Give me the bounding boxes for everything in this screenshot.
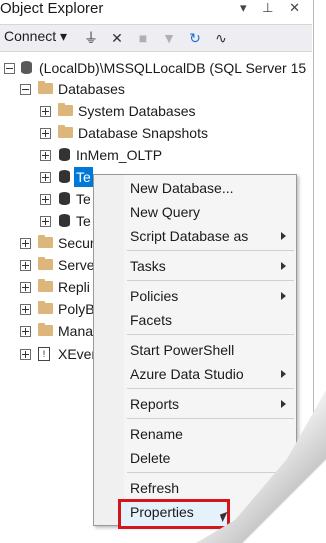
expand-icon[interactable]	[20, 260, 31, 271]
filter-icon[interactable]: ▼	[160, 28, 178, 48]
tree-node-xevent-profiler[interactable]: ! XEver	[20, 342, 100, 366]
tree-node-database-snapshots[interactable]: Database Snapshots	[40, 121, 310, 145]
tree-node-databases[interactable]: Databases	[20, 77, 310, 101]
folder-icon	[58, 103, 73, 116]
expand-icon[interactable]	[20, 304, 31, 315]
submenu-arrow-icon	[281, 292, 286, 300]
database-icon	[59, 148, 70, 161]
menu-item-delete[interactable]: Delete	[130, 447, 170, 469]
menu-item-new-query[interactable]: New Query	[130, 201, 200, 223]
menu-separator	[127, 334, 294, 335]
collapse-icon[interactable]	[4, 63, 15, 74]
expand-icon[interactable]	[40, 194, 51, 205]
script-database-as-label: Script Database as	[130, 228, 249, 244]
polybase-label: PolyB	[58, 301, 95, 317]
menu-separator	[127, 472, 294, 473]
object-explorer-panel: Object Explorer ▾ ⊥ ✕ Connect ▾ ⏚ ✕ ■ ▼ …	[0, 0, 314, 529]
tree-node-server-objects[interactable]: Serve	[20, 253, 100, 277]
submenu-arrow-icon	[281, 232, 286, 240]
expand-icon[interactable]	[20, 282, 31, 293]
database-icon	[59, 192, 70, 205]
database-icon	[59, 170, 70, 183]
panel-title: Object Explorer	[0, 0, 104, 17]
tree-node-te[interactable]: Te	[40, 209, 100, 233]
expand-icon[interactable]	[20, 349, 31, 360]
menu-separator	[127, 388, 294, 389]
replication-label: Repli	[58, 279, 90, 295]
expand-icon[interactable]	[40, 128, 51, 139]
expand-icon[interactable]	[40, 172, 51, 183]
te-label: Te	[76, 213, 91, 229]
folder-icon	[38, 257, 53, 270]
xevent-profiler-label: XEver	[58, 346, 97, 362]
folder-icon	[38, 301, 53, 314]
database-icon	[59, 214, 70, 227]
menu-item-azure-data-studio[interactable]: Azure Data Studio	[130, 363, 244, 385]
folder-icon	[38, 279, 53, 292]
panel-titlebar: Object Explorer ▾ ⊥ ✕	[0, 0, 312, 22]
menu-item-script-database-as[interactable]: Script Database as	[130, 225, 290, 247]
inmem-oltp-label: InMem_OLTP	[76, 147, 163, 163]
databases-label: Databases	[58, 81, 125, 97]
server-icon	[21, 61, 32, 74]
panel-window-controls[interactable]: ▾ ⊥ ✕	[240, 0, 306, 16]
tree-node-te-selected[interactable]: Te	[40, 165, 100, 189]
refresh-icon[interactable]: ↻	[186, 28, 204, 48]
menu-item-rename[interactable]: Rename	[130, 423, 183, 445]
xevent-icon: !	[38, 347, 50, 361]
expand-icon[interactable]	[40, 106, 51, 117]
menu-item-properties[interactable]: Properties	[130, 501, 194, 523]
activity-monitor-icon[interactable]: ∿	[212, 28, 230, 48]
folder-icon	[38, 323, 53, 336]
folder-icon	[58, 125, 73, 138]
tree-node-polybase[interactable]: PolyB	[20, 297, 100, 321]
context-menu: New Database... New Query Script Databas…	[93, 174, 297, 529]
connect-plug-icon[interactable]: ⏚	[82, 28, 100, 48]
database-snapshots-label: Database Snapshots	[78, 125, 208, 141]
submenu-arrow-icon	[281, 370, 286, 378]
tree-node-management[interactable]: Mana	[20, 319, 100, 343]
menu-separator	[127, 250, 294, 251]
menu-separator	[127, 418, 294, 419]
menu-item-start-powershell[interactable]: Start PowerShell	[130, 339, 234, 361]
folder-icon	[38, 81, 53, 94]
security-label: Secur	[58, 235, 95, 251]
disconnect-icon[interactable]: ✕	[108, 28, 126, 48]
tree-node-te[interactable]: Te	[40, 187, 100, 211]
tree-node-replication[interactable]: Repli	[20, 275, 100, 299]
expand-icon[interactable]	[40, 216, 51, 227]
tree-node-security[interactable]: Secur	[20, 231, 100, 255]
explorer-toolbar: Connect ▾ ⏚ ✕ ■ ▼ ↻ ∿	[0, 24, 312, 52]
tree-node-system-databases[interactable]: System Databases	[40, 99, 310, 123]
menu-item-tasks[interactable]: Tasks	[130, 255, 166, 277]
server-objects-label: Serve	[58, 257, 95, 273]
submenu-arrow-icon	[281, 400, 286, 408]
menu-separator	[127, 280, 294, 281]
menu-item-policies[interactable]: Policies	[130, 285, 178, 307]
menu-item-new-database[interactable]: New Database...	[130, 177, 234, 199]
management-label: Mana	[58, 323, 94, 339]
menu-icon-gutter	[94, 175, 124, 525]
submenu-arrow-icon	[281, 262, 286, 270]
expand-icon[interactable]	[20, 326, 31, 337]
expand-icon[interactable]	[40, 150, 51, 161]
te-label: Te	[76, 191, 91, 207]
tree-node-inmem-oltp[interactable]: InMem_OLTP	[40, 143, 310, 167]
system-databases-label: System Databases	[78, 103, 196, 119]
expand-icon[interactable]	[20, 238, 31, 249]
connect-button[interactable]: Connect ▾	[4, 28, 67, 48]
menu-item-facets[interactable]: Facets	[130, 309, 172, 331]
menu-item-refresh[interactable]: Refresh	[130, 477, 179, 499]
folder-icon	[38, 235, 53, 248]
collapse-icon[interactable]	[20, 84, 31, 95]
te-label-selected: Te	[74, 167, 93, 187]
menu-item-reports[interactable]: Reports	[130, 393, 179, 415]
stop-icon[interactable]: ■	[134, 28, 152, 48]
